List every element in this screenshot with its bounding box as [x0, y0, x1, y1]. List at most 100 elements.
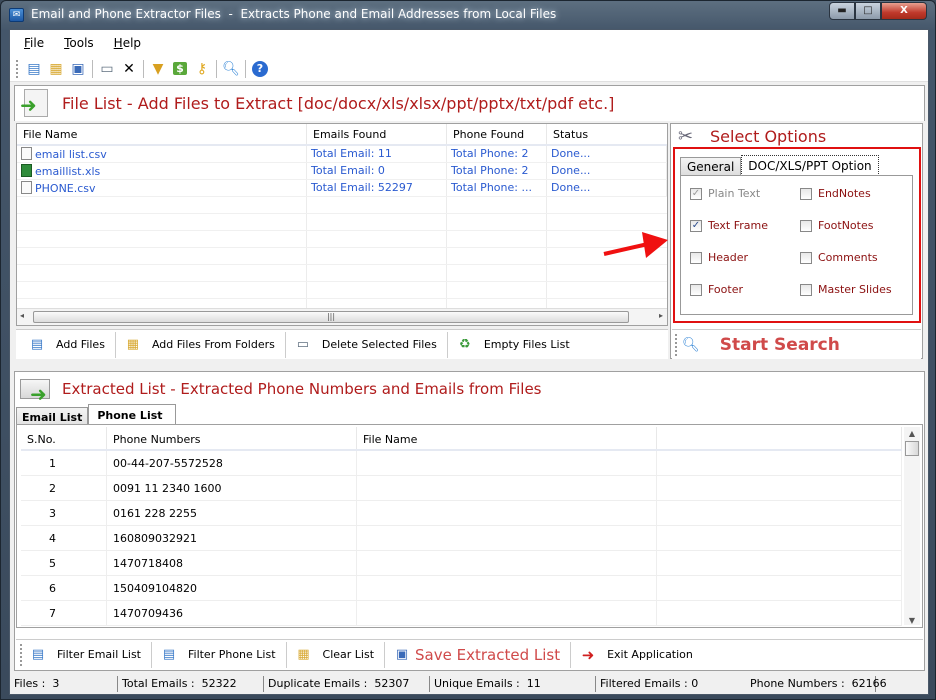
- cell-empty: [657, 475, 902, 501]
- cell-empty: [657, 600, 902, 626]
- clear-list-icon: ▦: [297, 647, 310, 662]
- col-phone-numbers[interactable]: Phone Numbers: [107, 427, 357, 449]
- horizontal-scrollbar[interactable]: ◂ ||| ▸: [17, 308, 667, 325]
- save-icon[interactable]: ▣: [67, 59, 89, 79]
- filter-icon[interactable]: ▼: [147, 59, 169, 79]
- toolbar-separator: [143, 59, 144, 78]
- toolbar-grip[interactable]: [16, 59, 19, 78]
- col-sno[interactable]: S.No.: [21, 427, 107, 449]
- empty-row: [17, 214, 667, 231]
- text-file-icon: [21, 181, 32, 194]
- checkbox-endnotes[interactable]: EndNotes: [800, 187, 871, 200]
- checkbox-box: ✓: [690, 187, 702, 200]
- checkbox-master-slides[interactable]: Master Slides: [800, 283, 892, 296]
- phone-row[interactable]: 2 0091 11 2340 1600: [21, 475, 902, 501]
- status-duplicate-emails: Duplicate Emails : 52307: [264, 675, 430, 692]
- annotation-arrow-icon: [603, 232, 668, 258]
- key-icon[interactable]: ⚷: [191, 59, 213, 79]
- help-icon[interactable]: ?: [249, 59, 271, 79]
- search-icon[interactable]: 🔍︎: [220, 59, 242, 79]
- empty-files-list-button[interactable]: ♻ Empty Files List: [448, 332, 580, 358]
- menu-help[interactable]: Help: [114, 36, 141, 50]
- tab-doc-xls-ppt[interactable]: DOC/XLS/PPT Option: [741, 155, 879, 176]
- file-name-cell: emaillist.xls: [17, 163, 307, 179]
- checkbox-footer[interactable]: Footer: [690, 283, 743, 296]
- maximize-button[interactable]: □: [855, 2, 881, 20]
- status-phone-numbers: Phone Numbers : 62166: [746, 675, 887, 692]
- file-row[interactable]: email list.csv Total Email: 11 Total Phone…: [17, 146, 667, 163]
- phone-row[interactable]: 4 160809032921: [21, 525, 902, 551]
- checkbox-box[interactable]: [690, 251, 702, 264]
- save-extracted-list-button[interactable]: ▣ Save Extracted List: [385, 641, 572, 668]
- col-phone-found[interactable]: Phone Found: [447, 124, 547, 144]
- start-search-button[interactable]: 🔍︎ Start Search: [678, 335, 840, 355]
- filter-phone-list-button[interactable]: ▤ Filter Phone List: [152, 641, 287, 668]
- toolbar-separator: [92, 59, 93, 78]
- scroll-up-arrow[interactable]: ▲: [904, 427, 920, 441]
- add-files-from-folders-button[interactable]: ▦ Add Files From Folders: [116, 331, 286, 358]
- checkbox-box[interactable]: [800, 219, 812, 232]
- checkbox-box[interactable]: [800, 283, 812, 296]
- file-name: PHONE.csv: [35, 182, 96, 195]
- phone-row[interactable]: 6 150409104820: [21, 575, 902, 601]
- phone-row[interactable]: 1 00-44-207-5572528: [21, 450, 902, 476]
- tab-general[interactable]: General: [680, 157, 742, 176]
- text-file-icon: [21, 147, 32, 160]
- checkbox-box[interactable]: [800, 251, 812, 264]
- file-row[interactable]: PHONE.csv Total Email: 52297 Total Phone: …: [17, 180, 667, 197]
- title-bar[interactable]: ✉ Email and Phone Extractor Files - Extr…: [1, 1, 935, 29]
- checkbox-label: Comments: [818, 251, 878, 264]
- scroll-left-arrow[interactable]: ◂: [20, 311, 24, 320]
- clear-icon[interactable]: ✕: [118, 59, 140, 79]
- delete-files-icon[interactable]: ▭: [96, 59, 118, 79]
- col-file-name[interactable]: File Name: [357, 427, 657, 449]
- checkbox-box[interactable]: ✓: [690, 219, 702, 232]
- cell-sno: 4: [21, 525, 107, 551]
- checkbox-box[interactable]: [800, 187, 812, 200]
- vertical-scrollbar[interactable]: ▲ ▼: [904, 427, 920, 625]
- clear-list-button[interactable]: ▦ Clear List: [287, 641, 386, 668]
- empty-files-label: Empty Files List: [483, 338, 570, 351]
- file-name: email list.csv: [35, 148, 107, 161]
- phone-row[interactable]: 3 0161 228 2255: [21, 500, 902, 526]
- add-files-button[interactable]: ▤ Add Files: [20, 331, 116, 358]
- delete-selected-files-button[interactable]: ▭ Delete Selected Files: [286, 331, 448, 358]
- scroll-right-arrow[interactable]: ▸: [659, 311, 663, 320]
- file-row[interactable]: emaillist.xls Total Email: 0 Total Phone: …: [17, 163, 667, 180]
- menu-file[interactable]: File: [24, 36, 44, 50]
- filter-email-list-button[interactable]: ▤ Filter Email List: [27, 641, 152, 668]
- clear-list-label: Clear List: [322, 648, 375, 661]
- cell-sno: 6: [21, 575, 107, 601]
- scroll-thumb[interactable]: [905, 441, 919, 456]
- checkbox-header[interactable]: Header: [690, 251, 748, 264]
- phone-row[interactable]: 7 1470709436: [21, 600, 902, 626]
- scroll-down-arrow[interactable]: ▼: [904, 616, 920, 625]
- col-status[interactable]: Status: [547, 124, 667, 144]
- col-emails-found[interactable]: Emails Found: [307, 124, 447, 144]
- add-files-icon[interactable]: ▤: [23, 59, 45, 79]
- file-list-columns: File Name Emails Found Phone Found Statu…: [17, 124, 667, 146]
- scroll-thumb[interactable]: |||: [33, 311, 629, 323]
- cell-empty: [657, 500, 902, 526]
- cell-phone: 0091 11 2340 1600: [107, 475, 357, 501]
- close-button[interactable]: X: [881, 2, 927, 20]
- exit-application-button[interactable]: ➜ Exit Application: [571, 642, 703, 668]
- checkbox-comments[interactable]: Comments: [800, 251, 878, 264]
- minimize-button[interactable]: ▬: [829, 2, 855, 20]
- checkbox-label: Text Frame: [708, 219, 769, 232]
- file-name: emaillist.xls: [35, 165, 101, 178]
- checkbox-footnotes[interactable]: FootNotes: [800, 219, 873, 232]
- options-header: ✂︎ Select Options: [678, 125, 826, 147]
- file-status: Done...: [547, 180, 667, 196]
- phone-row[interactable]: 5 1470718408: [21, 550, 902, 576]
- menu-tools[interactable]: Tools: [64, 36, 94, 50]
- checkbox-text-frame[interactable]: ✓ Text Frame: [690, 219, 768, 232]
- cell-phone: 160809032921: [107, 525, 357, 551]
- checkbox-box[interactable]: [690, 283, 702, 296]
- add-folder-icon[interactable]: ▦: [45, 59, 67, 79]
- status-unique-emails: Unique Emails : 11: [430, 675, 596, 692]
- dollar-icon[interactable]: $: [169, 59, 191, 79]
- start-search-bar: 🔍︎ Start Search: [672, 329, 921, 359]
- col-file-name[interactable]: File Name: [17, 124, 307, 144]
- cell-sno: 5: [21, 550, 107, 576]
